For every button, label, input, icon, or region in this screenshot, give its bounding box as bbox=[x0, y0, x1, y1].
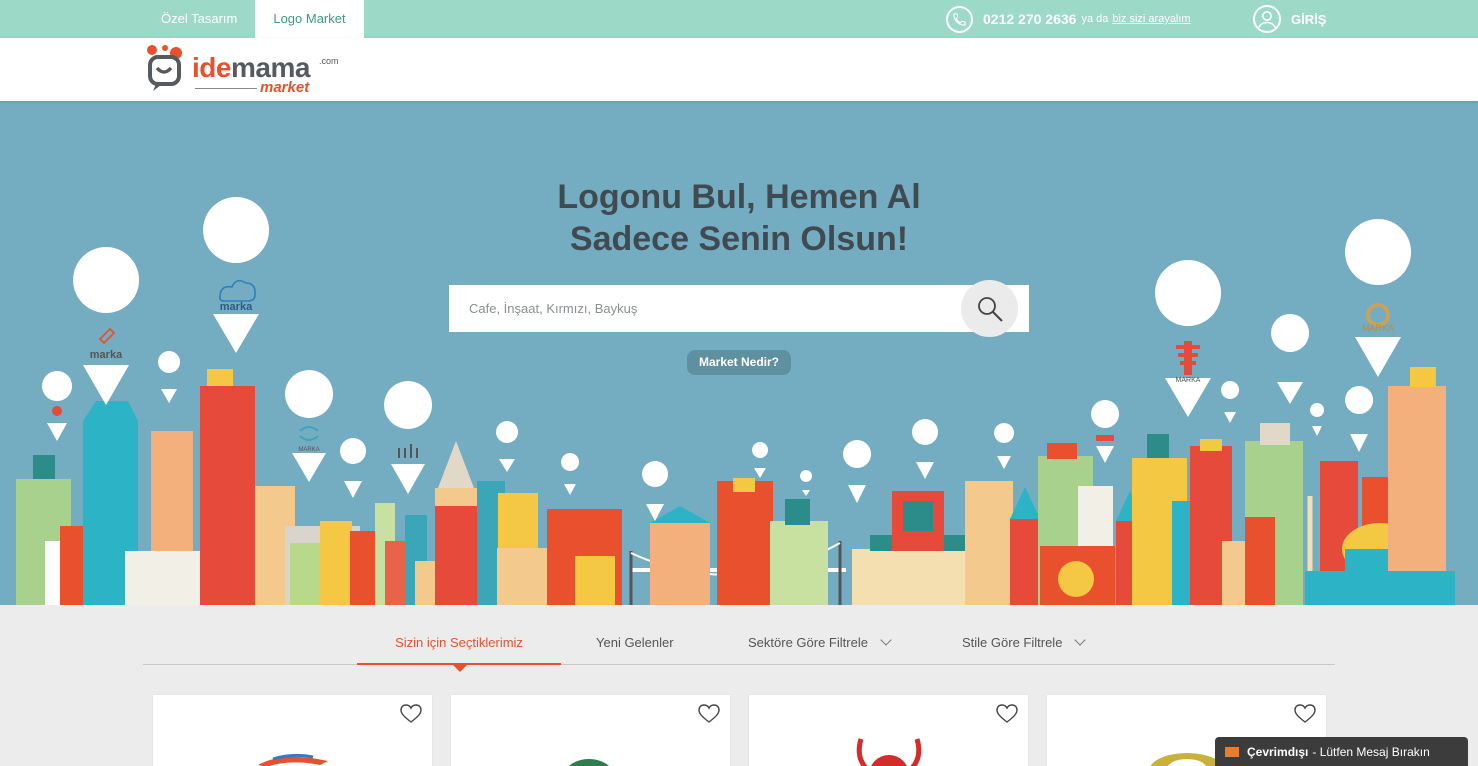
pin-label: MARKA bbox=[1175, 377, 1201, 384]
heart-icon[interactable] bbox=[698, 704, 720, 724]
or-text: ya da bbox=[1081, 13, 1109, 25]
tab-logo-market[interactable]: Logo Market bbox=[255, 0, 364, 38]
tab-style-filter[interactable]: Stile Göre Filtrele bbox=[962, 620, 1087, 665]
logo-bar: idemama .com market bbox=[0, 38, 1478, 101]
phone-icon bbox=[946, 5, 973, 33]
logo-underline bbox=[195, 88, 257, 89]
tab-picks-label: Sizin için Seçtiklerimiz bbox=[395, 635, 523, 650]
card-logo-image bbox=[856, 738, 922, 766]
login-button[interactable]: GİRİŞ bbox=[1253, 5, 1326, 33]
chevron-down-icon bbox=[880, 634, 892, 646]
search-box bbox=[449, 280, 1029, 337]
chat-message: - Lütfen Mesaj Bırakın bbox=[1312, 744, 1430, 759]
hero-title-line-2: Sadece Senin Olsun! bbox=[569, 220, 909, 258]
tab-new[interactable]: Yeni Gelenler bbox=[596, 620, 674, 665]
mail-icon bbox=[1225, 746, 1239, 757]
phone-number: 0212 270 2636 bbox=[983, 11, 1077, 27]
pin-label: marka bbox=[89, 349, 123, 361]
logo-card[interactable] bbox=[153, 695, 432, 766]
heart-icon[interactable] bbox=[400, 704, 422, 724]
user-icon bbox=[1253, 5, 1281, 33]
card-logo-image bbox=[569, 759, 609, 766]
top-bar: Özel Tasarım Logo Market 0212 270 2636 y… bbox=[0, 0, 1478, 38]
tab-custom-design[interactable]: Özel Tasarım bbox=[143, 0, 255, 38]
chevron-down-icon bbox=[1074, 634, 1087, 646]
heart-icon[interactable] bbox=[1294, 704, 1316, 724]
top-nav: Özel Tasarım Logo Market bbox=[143, 0, 364, 38]
tab-sector-label: Sektöre Göre Filtrele bbox=[748, 635, 868, 650]
live-chat-widget[interactable]: Çevrimdışı - Lütfen Mesaj Bırakın bbox=[1215, 737, 1468, 766]
logo-com: .com bbox=[319, 56, 339, 66]
logo-card[interactable] bbox=[749, 695, 1028, 766]
site-logo[interactable]: idemama .com market bbox=[143, 42, 343, 98]
active-tab-arrow bbox=[452, 664, 468, 672]
logo-part-ide: ide bbox=[192, 52, 231, 83]
pin-label: MARKA bbox=[298, 447, 320, 453]
logo-mark-icon bbox=[147, 45, 182, 91]
what-is-market-button[interactable]: Market Nedir? bbox=[687, 350, 791, 375]
search-icon bbox=[977, 296, 1003, 322]
tab-style-label: Stile Göre Filtrele bbox=[962, 635, 1063, 650]
tab-sector-filter[interactable]: Sektöre Göre Filtrele bbox=[748, 620, 892, 665]
logo-card[interactable] bbox=[451, 695, 730, 766]
login-label: GİRİŞ bbox=[1291, 11, 1327, 27]
callback-link[interactable]: biz sizi arayalım bbox=[1112, 13, 1190, 25]
heart-icon[interactable] bbox=[996, 704, 1018, 724]
search-button[interactable] bbox=[961, 280, 1018, 337]
tab-picks[interactable]: Sizin için Seçtiklerimiz bbox=[357, 620, 561, 672]
pin-label: marka bbox=[219, 301, 253, 313]
hero-title-line-1: Logonu Bul, Hemen Al bbox=[557, 178, 921, 216]
hero-section: marka marka MARKA MARKA MARKA Logonu Bul… bbox=[0, 101, 1478, 605]
category-tabs: Sizin için Seçtiklerimiz Yeni Gelenler S… bbox=[143, 620, 1335, 672]
contact-info: 0212 270 2636 ya da biz sizi arayalım bbox=[946, 5, 1191, 33]
search-input[interactable] bbox=[449, 285, 959, 332]
hero-title: Logonu Bul, Hemen Al Sadece Senin Olsun! bbox=[0, 176, 1478, 260]
tab-new-label: Yeni Gelenler bbox=[596, 635, 674, 650]
chat-status: Çevrimdışı bbox=[1247, 744, 1309, 759]
pin-label: MARKA bbox=[1361, 323, 1394, 333]
card-logo-image bbox=[258, 753, 328, 766]
logo-subtitle: market bbox=[260, 79, 310, 96]
